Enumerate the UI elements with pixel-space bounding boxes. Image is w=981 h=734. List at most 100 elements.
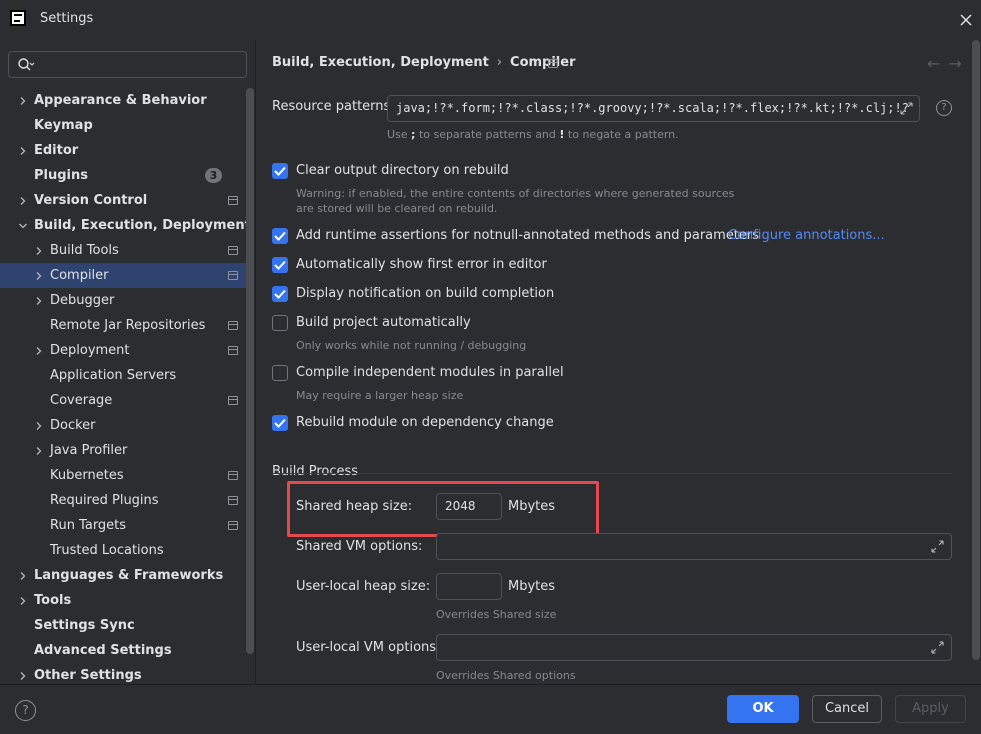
sidebar-item-kubernetes[interactable]: Kubernetes — [0, 463, 246, 488]
sidebar-item-remote-jar-repositories[interactable]: Remote Jar Repositories — [0, 313, 246, 338]
chevron-right-icon[interactable] — [34, 271, 44, 281]
sidebar-item-appearance-behavior[interactable]: Appearance & Behavior — [0, 88, 246, 113]
sidebar-item-label: Build, Execution, Deployment — [34, 218, 251, 233]
clear-output-checkbox[interactable] — [272, 163, 288, 179]
shared-heap-unit: Mbytes — [508, 499, 556, 514]
chevron-right-icon[interactable] — [18, 96, 28, 106]
chevron-right-icon[interactable] — [34, 421, 44, 431]
sidebar-item-trusted-locations[interactable]: Trusted Locations — [0, 538, 246, 563]
runtime-assertions-label[interactable]: Add runtime assertions for notnull-annot… — [296, 228, 759, 243]
sidebar-item-label: Build Tools — [50, 243, 119, 258]
chevron-right-icon[interactable] — [18, 146, 28, 156]
intellij-logo-icon — [10, 10, 26, 26]
rebuild-on-dependency-checkbox[interactable] — [272, 415, 288, 431]
cancel-button[interactable]: Cancel — [812, 695, 882, 723]
ok-button[interactable]: OK — [727, 695, 799, 723]
chevron-right-icon[interactable] — [18, 596, 28, 606]
sidebar-item-editor[interactable]: Editor — [0, 138, 246, 163]
resource-patterns-hint: Use ; to separate patterns and ! to nega… — [387, 128, 679, 141]
sidebar-item-coverage[interactable]: Coverage — [0, 388, 246, 413]
expand-icon[interactable] — [931, 641, 944, 654]
sidebar-item-build-execution-deployment[interactable]: Build, Execution, Deployment — [0, 213, 251, 238]
shared-heap-label: Shared heap size: — [296, 499, 413, 514]
sidebar-item-advanced-settings[interactable]: Advanced Settings — [0, 638, 246, 663]
runtime-assertions-checkbox[interactable] — [272, 228, 288, 244]
project-scope-icon — [548, 59, 558, 68]
configure-annotations-link[interactable]: Configure annotations... — [728, 228, 885, 243]
build-automatically-checkbox[interactable] — [272, 315, 288, 331]
user-heap-unit: Mbytes — [508, 579, 556, 594]
help-icon[interactable]: ? — [15, 700, 36, 721]
display-notification-label[interactable]: Display notification on build completion — [296, 286, 554, 301]
forward-arrow-icon[interactable]: → — [948, 54, 969, 73]
compile-parallel-label[interactable]: Compile independent modules in parallel — [296, 365, 564, 380]
sidebar-item-run-targets[interactable]: Run Targets — [0, 513, 246, 538]
sidebar-item-keymap[interactable]: Keymap — [0, 113, 246, 138]
sidebar-item-label: Docker — [50, 418, 96, 433]
sidebar-item-version-control[interactable]: Version Control — [0, 188, 246, 213]
content-scrollbar[interactable] — [972, 40, 980, 660]
breadcrumb-parent[interactable]: Build, Execution, Deployment — [272, 55, 489, 70]
sidebar-item-label: Keymap — [34, 118, 93, 133]
sidebar-item-required-plugins[interactable]: Required Plugins — [0, 488, 246, 513]
compile-parallel-checkbox[interactable] — [272, 365, 288, 381]
sidebar-item-plugins[interactable]: Plugins 3 — [0, 163, 246, 188]
chevron-right-icon[interactable] — [18, 571, 28, 581]
chevron-right-icon[interactable] — [18, 196, 28, 206]
sidebar-item-tools[interactable]: Tools — [0, 588, 246, 613]
show-first-error-checkbox[interactable] — [272, 257, 288, 273]
update-count-badge: 3 — [205, 168, 222, 183]
sidebar-item-debugger[interactable]: Debugger — [0, 288, 246, 313]
sidebar-item-application-servers[interactable]: Application Servers — [0, 363, 246, 388]
user-heap-hint: Overrides Shared size — [436, 608, 557, 621]
sidebar-item-java-profiler[interactable]: Java Profiler — [0, 438, 246, 463]
user-vm-field[interactable] — [436, 634, 952, 661]
clear-output-hint-2: are stored will be cleared on rebuild. — [296, 202, 498, 215]
display-notification-checkbox[interactable] — [272, 286, 288, 302]
sidebar-item-docker[interactable]: Docker — [0, 413, 246, 438]
compiler-settings-panel: Build, Execution, Deployment › Compiler ←→… — [257, 40, 981, 684]
back-arrow-icon[interactable]: ← — [927, 54, 948, 73]
shared-vm-label: Shared VM options: — [296, 539, 423, 554]
shared-vm-field[interactable] — [436, 533, 952, 560]
sidebar-item-build-tools[interactable]: Build Tools — [0, 238, 246, 263]
shared-heap-field[interactable]: 2048 — [436, 493, 502, 520]
sidebar-item-label: Version Control — [34, 193, 148, 208]
breadcrumb: Build, Execution, Deployment › Compiler — [272, 55, 576, 70]
sidebar-item-label: Compiler — [50, 268, 109, 283]
build-automatically-label[interactable]: Build project automatically — [296, 315, 471, 330]
breadcrumb-separator: › — [496, 55, 503, 70]
help-icon[interactable]: ? — [936, 100, 952, 116]
project-scope-icon — [228, 246, 238, 255]
expand-icon[interactable] — [931, 540, 944, 553]
sidebar-item-settings-sync[interactable]: Settings Sync — [0, 613, 246, 638]
user-heap-field[interactable] — [436, 573, 502, 600]
sidebar-item-label: Coverage — [50, 393, 113, 408]
chevron-right-icon[interactable] — [34, 446, 44, 456]
resource-patterns-field[interactable]: java;!?*.form;!?*.class;!?*.groovy;!?*.s… — [387, 95, 920, 122]
sidebar-item-languages-frameworks[interactable]: Languages & Frameworks — [0, 563, 246, 588]
chevron-right-icon[interactable] — [34, 346, 44, 356]
rebuild-on-dependency-label[interactable]: Rebuild module on dependency change — [296, 415, 554, 430]
nav-arrows: ←→ — [927, 54, 970, 73]
compile-parallel-hint: May require a larger heap size — [296, 389, 464, 402]
search-input[interactable] — [8, 51, 247, 78]
chevron-right-icon[interactable] — [18, 671, 28, 681]
title-bar: Settings — [0, 0, 981, 40]
sidebar-item-compiler[interactable]: Compiler — [0, 263, 246, 288]
chevron-down-icon[interactable] — [18, 221, 28, 231]
expand-icon[interactable] — [900, 102, 913, 115]
chevron-right-icon[interactable] — [34, 296, 44, 306]
sidebar-item-label: Languages & Frameworks — [34, 568, 224, 583]
sidebar-item-label: Plugins — [34, 168, 88, 183]
user-vm-hint: Overrides Shared options — [436, 669, 576, 682]
clear-output-label[interactable]: Clear output directory on rebuild — [296, 163, 509, 178]
close-icon[interactable] — [956, 10, 976, 30]
chevron-right-icon[interactable] — [34, 246, 44, 256]
show-first-error-label[interactable]: Automatically show first error in editor — [296, 257, 547, 272]
dialog-footer: ? OK Cancel Apply — [0, 684, 981, 734]
sidebar-item-deployment[interactable]: Deployment — [0, 338, 246, 363]
build-automatically-hint: Only works while not running / debugging — [296, 339, 527, 352]
apply-button[interactable]: Apply — [895, 695, 966, 723]
sidebar-scrollbar[interactable] — [246, 88, 254, 654]
